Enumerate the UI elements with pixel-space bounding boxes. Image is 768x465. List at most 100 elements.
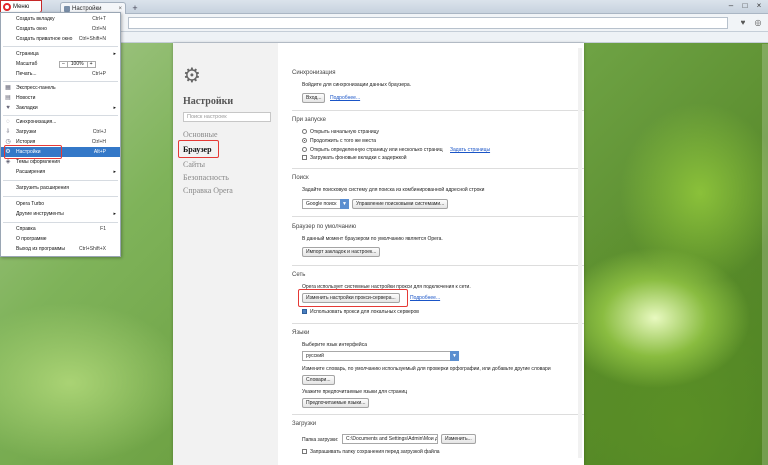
network-title: Сеть bbox=[292, 272, 306, 278]
divider bbox=[292, 216, 584, 217]
settings-nav: ⚙ Настройки Поиск настроек Основные Брау… bbox=[173, 43, 278, 465]
divider bbox=[292, 110, 584, 111]
highlight-box bbox=[4, 145, 62, 159]
startup-radio-pages[interactable] bbox=[302, 147, 307, 152]
menu-item-zoom[interactable]: Масштаб – 100% + bbox=[1, 59, 120, 69]
dictionaries-button[interactable]: Словари... bbox=[302, 375, 335, 385]
sync-text: Войдите для синхронизации данных браузер… bbox=[302, 82, 412, 88]
new-tab-button[interactable]: + bbox=[130, 3, 140, 13]
downloads-title: Загрузки bbox=[292, 421, 317, 427]
highlight-box bbox=[298, 289, 408, 307]
minimize-button[interactable]: – bbox=[724, 0, 738, 12]
menu-item-new-tab[interactable]: Создать вкладку Ctrl+T bbox=[1, 14, 120, 24]
menu-separator bbox=[3, 196, 118, 197]
menu-item-speed-dial[interactable]: ▦ Экспресс-панель bbox=[1, 83, 120, 93]
menu-item-news[interactable]: ▤ Новости bbox=[1, 93, 120, 103]
sync-login-button[interactable]: Вход... bbox=[302, 93, 326, 103]
preferred-languages-button[interactable]: Предпочитаемые языки... bbox=[302, 398, 370, 408]
maximize-button[interactable]: □ bbox=[738, 0, 752, 12]
menu-item-new-window[interactable]: Создать окно Ctrl+N bbox=[1, 24, 120, 34]
menu-separator bbox=[3, 180, 118, 181]
ask-folder-label: Запрашивать папку сохранения перед загру… bbox=[310, 449, 440, 455]
menu-item-print[interactable]: Печать... Ctrl+P bbox=[1, 69, 120, 79]
default-browser-title: Браузер по умолчанию bbox=[292, 224, 357, 230]
menu-item-exit[interactable]: Выход из программы Ctrl+Shift+X bbox=[1, 244, 120, 254]
menu-separator bbox=[3, 46, 118, 47]
startup-option-continue: Продолжить с того же места bbox=[310, 138, 377, 144]
nav-basic[interactable]: Основные bbox=[183, 130, 218, 139]
menu-item-get-extensions[interactable]: Загрузить расширения bbox=[1, 183, 120, 193]
ui-language-label: Выберите язык интерфейса bbox=[302, 342, 367, 348]
chevron-down-icon: ▼ bbox=[340, 199, 349, 209]
local-proxy-label: Использовать прокси для локальных сервер… bbox=[310, 309, 419, 315]
address-field[interactable] bbox=[128, 17, 728, 29]
sync-more-link[interactable]: Подробнее... bbox=[330, 95, 360, 101]
chevron-down-icon: ▼ bbox=[450, 351, 459, 361]
ui-language-value: русский bbox=[306, 353, 324, 359]
settings-search-input[interactable]: Поиск настроек bbox=[183, 112, 271, 122]
settings-page: ⚙ Настройки Поиск настроек Основные Брау… bbox=[173, 43, 584, 465]
bookmark-heart-icon[interactable]: ♥ bbox=[737, 17, 749, 29]
menu-separator bbox=[3, 81, 118, 82]
palette-icon: ◈ bbox=[5, 159, 11, 165]
search-engine-select[interactable]: Google поиск ▼ bbox=[302, 199, 349, 209]
startup-title: При запуске bbox=[292, 117, 326, 123]
divider bbox=[292, 323, 584, 324]
nav-security[interactable]: Безопасность bbox=[183, 173, 229, 182]
zoom-in-button[interactable]: + bbox=[86, 62, 95, 67]
search-title: Поиск bbox=[292, 175, 309, 181]
startup-radio-home[interactable] bbox=[302, 129, 307, 134]
menu-item-private-window[interactable]: Создать приватное окно Ctrl+Shift+N bbox=[1, 34, 120, 44]
close-tab-icon[interactable]: × bbox=[118, 6, 122, 12]
divider bbox=[292, 265, 584, 266]
menu-item-other-tools[interactable]: Другие инструменты ▸ bbox=[1, 209, 120, 219]
search-text: Задайте поисковую систему для поиска из … bbox=[302, 187, 485, 193]
dictionary-text: Измените словарь, по умолчанию используе… bbox=[302, 366, 551, 372]
import-bookmarks-button[interactable]: Импорт закладок и настроек... bbox=[302, 247, 381, 257]
menu-item-opera-turbo[interactable]: Opera Turbo bbox=[1, 199, 120, 209]
page-icon bbox=[64, 5, 70, 12]
gear-icon: ⚙ bbox=[183, 65, 201, 87]
sync-icon: ◌ bbox=[6, 119, 10, 125]
opera-main-menu: Создать вкладку Ctrl+T Создать окно Ctrl+N… bbox=[0, 12, 121, 257]
startup-radio-continue[interactable] bbox=[302, 138, 307, 143]
account-icon[interactable]: ◎ bbox=[752, 17, 764, 29]
menu-item-help[interactable]: Справка F1 bbox=[1, 224, 120, 234]
preferred-languages-text: Укажите предпочитаемые языки для страниц bbox=[302, 389, 408, 395]
speed-dial-icon: ▦ bbox=[5, 85, 11, 91]
highlight-box bbox=[178, 140, 219, 158]
local-proxy-checkbox[interactable] bbox=[302, 309, 307, 314]
divider bbox=[292, 168, 584, 169]
menu-item-sync[interactable]: ◌ Синхронизация... bbox=[1, 117, 120, 127]
zoom-value: 100% bbox=[70, 61, 84, 67]
menu-item-bookmarks[interactable]: ♥ Закладки ▸ bbox=[1, 103, 120, 113]
nav-sites[interactable]: Сайты bbox=[183, 160, 205, 169]
menu-item-extensions[interactable]: Расширения ▸ bbox=[1, 167, 120, 177]
menu-item-about[interactable]: О программе bbox=[1, 234, 120, 244]
manage-search-engines-button[interactable]: Управление поисковыми системами... bbox=[352, 199, 449, 209]
scrollbar[interactable] bbox=[578, 48, 582, 458]
ask-folder-checkbox[interactable] bbox=[302, 449, 307, 454]
background-tabs-checkbox[interactable] bbox=[302, 155, 307, 160]
download-folder-field[interactable]: C:\Documents and Settings\Admin\Мои д bbox=[342, 434, 438, 444]
menu-separator bbox=[3, 115, 118, 116]
search-engine-value: Google поиск bbox=[306, 201, 337, 207]
default-browser-text: В данный момент браузером по умолчанию я… bbox=[302, 236, 443, 242]
news-icon: ▤ bbox=[5, 95, 11, 101]
tab-title: Настройки bbox=[72, 5, 102, 12]
ui-language-select[interactable]: русский ▼ bbox=[302, 351, 459, 361]
zoom-out-button[interactable]: – bbox=[60, 62, 68, 67]
menu-item-downloads[interactable]: ⇩ Загрузки Ctrl+J bbox=[1, 127, 120, 137]
opera-logo-icon bbox=[3, 2, 11, 11]
menu-item-page[interactable]: Страница ▸ bbox=[1, 49, 120, 59]
nav-opera-help[interactable]: Справка Opera bbox=[183, 186, 233, 195]
change-folder-button[interactable]: Изменить... bbox=[441, 434, 476, 444]
close-window-button[interactable]: × bbox=[752, 0, 766, 12]
sync-title: Синхронизация bbox=[292, 70, 336, 76]
menu-button-label: Меню bbox=[13, 3, 30, 10]
set-pages-link[interactable]: Задать страницы bbox=[450, 147, 490, 153]
sidebar-handle[interactable] bbox=[762, 44, 768, 465]
heart-icon: ♥ bbox=[6, 105, 10, 111]
menu-separator bbox=[3, 222, 118, 223]
network-more-link[interactable]: Подробнее... bbox=[410, 295, 440, 301]
